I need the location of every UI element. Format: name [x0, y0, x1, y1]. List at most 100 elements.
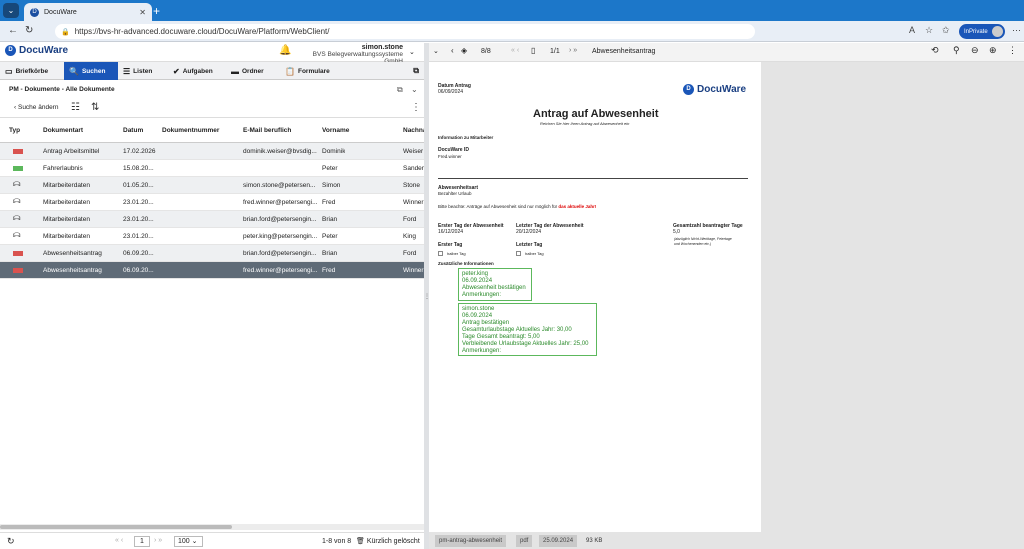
- cell-last: Winner: [403, 267, 424, 274]
- cell-last: Winner: [403, 199, 424, 206]
- cell-email: fred.winner@petersengi...: [243, 199, 318, 206]
- viewer-next-last-icon[interactable]: › »: [569, 47, 577, 54]
- database-icon: ⛁: [13, 197, 21, 203]
- menu-briefkoerbe[interactable]: ▭ Briefkörbe: [0, 62, 64, 80]
- cell-email: peter.king@petersengin...: [243, 233, 318, 240]
- viewer-collapse-chevron-icon[interactable]: ⌄: [433, 47, 439, 55]
- refresh-icon[interactable]: ↻: [25, 25, 33, 36]
- table-row[interactable]: ⛁ Mitarbeiterdaten 23.01.20... fred.winner@…: [0, 194, 424, 211]
- favorites-bar-icon[interactable]: ✩: [942, 25, 950, 36]
- cell-email: dominik.weiser@bvsdig...: [243, 148, 317, 155]
- inprivate-badge[interactable]: InPrivate: [959, 24, 1005, 39]
- page-number-input[interactable]: 1: [134, 536, 150, 547]
- doc-extra-label: Zusätzliche Informationen: [438, 261, 494, 266]
- menu-formulare[interactable]: 📋 Formulare: [280, 62, 340, 80]
- approval-stamp-2: simon.stone 06.09.2024 Antrag bestätigen…: [458, 303, 597, 356]
- doc-first-day-value: 16/12/2024: [438, 229, 464, 235]
- stamp-icon[interactable]: ⚲: [953, 45, 960, 56]
- cell-first: Dominik: [322, 148, 346, 155]
- more-menu-icon[interactable]: ⋯: [1012, 25, 1021, 36]
- tab-actions-chevron-icon[interactable]: ⌄: [3, 3, 19, 18]
- menu-listen[interactable]: ☰ Listen: [118, 62, 168, 80]
- stamp-line: 06.09.2024: [462, 278, 493, 284]
- cell-first: Brian: [322, 250, 338, 257]
- cell-last: Ford: [403, 216, 417, 223]
- cell-last: King: [403, 233, 417, 240]
- cell-date: 15.08.20...: [123, 165, 154, 172]
- history-icon[interactable]: ⟲: [931, 45, 939, 56]
- col-header-email[interactable]: E-Mail beruflich: [243, 127, 291, 134]
- menu-label: Briefkörbe: [15, 67, 49, 75]
- notification-bell-icon[interactable]: 🔔: [279, 45, 291, 56]
- cell-last: Ford: [403, 250, 417, 257]
- close-tab-icon[interactable]: ✕: [139, 8, 146, 17]
- table-row[interactable]: Abwesenheitsantrag 06.09.20... brian.ford@…: [0, 245, 424, 262]
- col-header-nachname[interactable]: Nachna: [403, 127, 426, 134]
- cell-doc: Antrag Arbeitsmittel: [43, 148, 100, 155]
- table-row[interactable]: ⛁ Mitarbeiterdaten 23.01.20... brian.ford@p…: [0, 211, 424, 228]
- read-aloud-icon[interactable]: A: [909, 25, 915, 35]
- scrollbar-thumb[interactable]: [0, 525, 232, 529]
- open-new-window-icon[interactable]: ⧉: [397, 85, 403, 95]
- col-header-dokumentart[interactable]: Dokumentart: [43, 127, 83, 134]
- list-icon: ☰: [123, 66, 131, 76]
- doc-divider: [438, 178, 748, 179]
- cell-last: Sander: [403, 165, 424, 172]
- recently-deleted-label: Kürzlich gelöscht: [366, 538, 420, 545]
- col-header-typ[interactable]: Typ: [9, 127, 20, 134]
- doc-type-value: Bezahlter Urlaub: [438, 191, 472, 196]
- more-options-icon[interactable]: ⋮: [411, 102, 421, 113]
- favorite-star-icon[interactable]: ☆: [925, 25, 933, 36]
- cell-first: Peter: [322, 233, 338, 240]
- user-menu-chevron-icon[interactable]: ⌄: [409, 48, 415, 56]
- table-row[interactable]: ⛁ Mitarbeiterdaten 23.01.20... peter.king@p…: [0, 228, 424, 245]
- url-field[interactable]: 🔒 https://bvs-hr-advanced.docuware.cloud…: [55, 24, 755, 39]
- main-menu: ▭ Briefkörbe 🔍 Suchen ☰ Listen ✔ Aufgaben ▬ O…: [0, 62, 424, 80]
- table-row[interactable]: Antrag Arbeitsmittel 17.02.2026 dominik.we…: [0, 143, 424, 160]
- page-size-select[interactable]: 100 ⌄: [174, 536, 203, 547]
- viewer-first-prev-icon[interactable]: « ‹: [511, 47, 519, 54]
- cell-date: 01.05.20...: [123, 182, 154, 189]
- stamp-line: 06.09.2024: [462, 313, 493, 319]
- result-count: 1-8 von 8: [322, 538, 352, 545]
- refresh-list-icon[interactable]: ↻: [7, 536, 15, 547]
- col-header-vorname[interactable]: Vorname: [322, 127, 349, 134]
- new-tab-plus-icon[interactable]: +: [153, 4, 160, 18]
- doc-total-label: Gesamtzahl beantragter Tage: [673, 223, 743, 229]
- menu-label: Aufgaben: [182, 67, 213, 75]
- doc-info-label: Information zu Mitarbeiter: [438, 135, 494, 140]
- sort-icon[interactable]: ⇅: [91, 102, 99, 113]
- cell-doc: Mitarbeiterdaten: [43, 182, 90, 189]
- viewer-stack-icon[interactable]: ◈: [461, 46, 467, 55]
- doc-last-half-checkbox: [516, 251, 521, 256]
- table-row[interactable]: Abwesenheitsantrag 06.09.20... fred.winner…: [0, 262, 424, 279]
- col-header-dokumentnummer[interactable]: Dokumentnummer: [162, 127, 219, 134]
- window-layout-icon[interactable]: ⧉: [408, 62, 424, 80]
- docuware-logo[interactable]: D DocuWare: [5, 45, 68, 56]
- recently-deleted-button[interactable]: 🗑 Kürzlich gelöscht: [356, 537, 420, 545]
- columns-icon[interactable]: ☷: [71, 102, 80, 113]
- menu-suchen[interactable]: 🔍 Suchen: [64, 62, 118, 80]
- table-row[interactable]: Fahrerlaubnis 15.08.20... Peter Sander: [0, 160, 424, 177]
- cell-date: 06.09.20...: [123, 267, 154, 274]
- viewer-nav-prev-icon[interactable]: ‹: [451, 46, 454, 55]
- menu-label: Formulare: [297, 67, 330, 75]
- col-header-datum[interactable]: Datum: [123, 127, 143, 134]
- back-arrow-icon[interactable]: ←: [8, 25, 18, 36]
- change-search-button[interactable]: ‹ Suche ändern: [14, 104, 58, 111]
- pager-first-prev-icon[interactable]: « ‹: [115, 537, 123, 544]
- panel-chevron-icon[interactable]: ⌄: [411, 85, 418, 94]
- doc-first-half-checkbox: [438, 251, 443, 256]
- cell-first: Peter: [322, 165, 338, 172]
- viewer-more-icon[interactable]: ⋮: [1008, 45, 1017, 56]
- cell-email: brian.ford@petersengin...: [243, 250, 317, 257]
- zoom-in-icon[interactable]: ⊕: [989, 45, 997, 56]
- table-row[interactable]: ⛁ Mitarbeiterdaten 01.05.20... simon.stone@…: [0, 177, 424, 194]
- stamp-line: peter.king: [462, 271, 489, 277]
- browser-tab[interactable]: D DocuWare ✕: [24, 3, 152, 21]
- menu-ordner[interactable]: ▬ Ordner: [226, 62, 280, 80]
- menu-aufgaben[interactable]: ✔ Aufgaben: [168, 62, 226, 80]
- pager-next-last-icon[interactable]: › »: [154, 537, 162, 544]
- cell-first: Simon: [322, 182, 341, 189]
- zoom-out-icon[interactable]: ⊖: [971, 45, 979, 56]
